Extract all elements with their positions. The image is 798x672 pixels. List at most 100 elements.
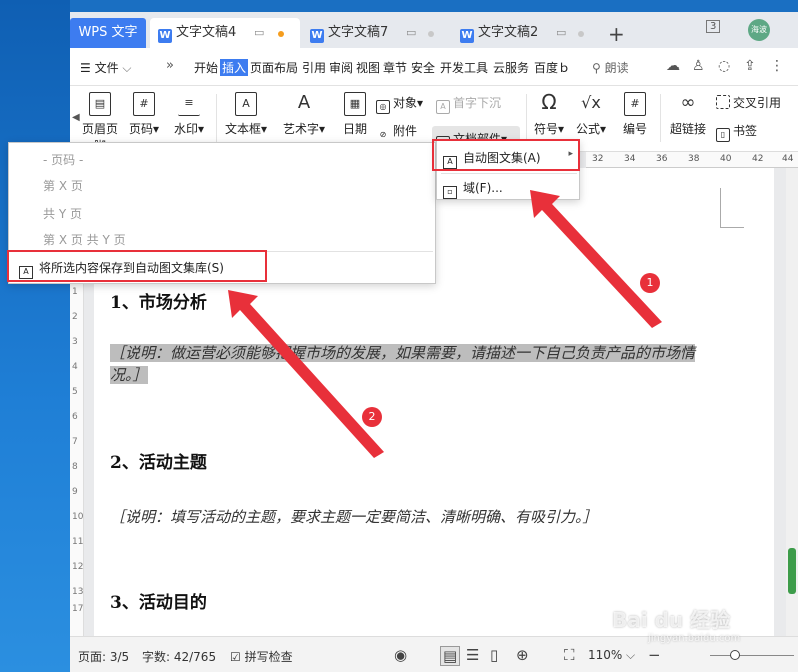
formula-button[interactable]: √x 公式▾ <box>574 92 608 137</box>
textbox-button[interactable]: A 文本框▾ <box>224 92 268 137</box>
page-view-icon[interactable]: ▤ <box>440 646 461 666</box>
checkbox-icon: ☑ <box>230 650 245 664</box>
button-label: 艺术字▾ <box>282 122 326 136</box>
fit-page-icon[interactable]: ⛶ <box>564 646 575 664</box>
tab-document-7[interactable]: W 文字文稿7 ▭ <box>302 18 450 48</box>
menu-security[interactable]: 安全 <box>411 59 435 76</box>
menu-item-page-x[interactable]: 第 X 页 <box>43 177 83 194</box>
watermark-icon: ≡ <box>178 92 200 116</box>
read-aloud-search[interactable]: ⚲ 朗读 <box>592 59 629 76</box>
unsaved-dot-icon <box>278 31 284 37</box>
note-paragraph[interactable]: ［说明：填写活动的主题，要求主题一定要简洁、清晰明确、有吸引力。］ <box>110 506 720 528</box>
monitor-icon: ▭ <box>254 26 265 39</box>
symbol-icon: Ω <box>541 90 557 114</box>
menu-home[interactable]: 开始 <box>194 59 218 76</box>
share-icon[interactable]: ⇪ <box>744 58 756 74</box>
attachment-button[interactable]: ⊘ 附件 <box>376 122 417 143</box>
symbol-button[interactable]: Ω 符号▾ <box>532 92 566 137</box>
menu-cloud[interactable]: 云服务 <box>493 59 529 76</box>
textbox-icon: A <box>235 92 257 116</box>
ruler-tick: 1 <box>72 287 78 297</box>
field-icon: ▫ <box>443 186 457 199</box>
new-tab-button[interactable]: + <box>608 22 625 46</box>
ruler-tick: 34 <box>624 154 636 164</box>
spellcheck-button[interactable]: ☑ 拼写检查 <box>230 648 293 665</box>
page-indicator[interactable]: 页面: 3/5 <box>78 648 129 665</box>
button-label: 水印▾ <box>173 122 205 136</box>
page-margin-corner <box>720 188 744 228</box>
comment-icon[interactable]: ◌ <box>718 58 730 74</box>
more-menus-button[interactable]: » <box>166 58 174 73</box>
user-add-icon[interactable]: ♙ <box>692 58 705 74</box>
menu-chapter[interactable]: 章节 <box>383 59 407 76</box>
highlight-box-save-autotext <box>7 250 267 282</box>
wps-app-tab[interactable]: WPS 文字 <box>70 18 146 48</box>
outline-view-icon[interactable]: ☰ <box>466 646 479 664</box>
ruler-tick: 5 <box>72 387 78 397</box>
ruler-tick: 8 <box>72 462 78 472</box>
ruler-tick: 36 <box>656 154 668 164</box>
zoom-slider-knob[interactable] <box>730 650 740 660</box>
menu-page-layout[interactable]: 页面布局 <box>250 59 298 76</box>
ruler-tick: 4 <box>72 362 78 372</box>
writer-doc-icon: W <box>158 29 172 43</box>
window-count-badge[interactable]: 3 <box>706 20 721 33</box>
reading-view-icon[interactable]: ▯ <box>490 646 498 664</box>
ribbon-scroll-left-icon[interactable]: ◀ <box>72 112 80 123</box>
button-label: 公式▾ <box>575 122 607 136</box>
ruler-tick: 7 <box>72 437 78 447</box>
cross-ref-button[interactable]: 交叉引用 <box>716 94 781 111</box>
date-icon: ▦ <box>344 92 366 116</box>
vertical-scrollbar[interactable] <box>786 168 798 636</box>
avatar[interactable]: 海波 <box>748 19 770 41</box>
watermark-button[interactable]: ≡ 水印▾ <box>170 92 208 137</box>
tab-document-4[interactable]: W 文字文稿4 ▭ <box>150 18 300 48</box>
monitor-icon: ▭ <box>406 26 417 39</box>
menu-item-page-dash[interactable]: - 页码 - <box>43 151 83 168</box>
section-heading[interactable]: 1、市场分析 <box>110 288 207 313</box>
tab-document-2[interactable]: W 文字文稿2 ▭ <box>452 18 602 48</box>
menu-baidu[interactable]: 百度ｂ <box>534 59 570 76</box>
object-button[interactable]: ◎ 对象▾ <box>376 94 423 114</box>
ruler-tick: 12 <box>72 562 84 572</box>
hamburger-icon: ☰ <box>80 61 95 75</box>
eye-protection-icon[interactable]: ◉ <box>394 646 407 664</box>
word-count[interactable]: 字数: 42/765 <box>142 648 216 665</box>
zoom-out-icon[interactable]: − <box>648 646 661 664</box>
date-button[interactable]: ▦ 日期 <box>338 92 372 137</box>
more-options-icon[interactable]: ⋮ <box>770 58 784 74</box>
web-view-icon[interactable]: ⊕ <box>516 646 529 664</box>
hyperlink-icon: ∞ <box>680 92 696 113</box>
ruler-tick: 3 <box>72 337 78 347</box>
menu-item-total-y[interactable]: 共 Y 页 <box>43 205 82 222</box>
menu-review[interactable]: 审阅 <box>329 59 353 76</box>
spellcheck-label: 拼写检查 <box>244 650 293 664</box>
menu-insert[interactable]: 插入 <box>220 59 249 76</box>
bookmark-button[interactable]: ▯ 书签 <box>716 122 757 142</box>
hyperlink-button[interactable]: ∞ 超链接 <box>666 92 710 137</box>
zoom-dropdown-icon[interactable]: ⌵ <box>626 648 635 663</box>
numbering-button[interactable]: # 编号 <box>618 92 652 137</box>
section-heading[interactable]: 3、活动目的 <box>110 588 207 613</box>
selected-note-paragraph[interactable]: ［说明：做运营必须能够把握市场的发展，如果需要，请描述一下自己负责产品的市场情况… <box>110 342 720 386</box>
menu-references[interactable]: 引用 <box>302 59 326 76</box>
menu-view[interactable]: 视图 <box>356 59 380 76</box>
zoom-slider[interactable] <box>710 650 794 660</box>
wordart-button[interactable]: A 艺术字▾ <box>282 92 326 137</box>
ruler-tick: 44 <box>782 154 794 164</box>
menu-item-page-x-of-y[interactable]: 第 X 页 共 Y 页 <box>43 231 126 248</box>
menu-developer[interactable]: 开发工具 <box>440 59 488 76</box>
button-label: 编号 <box>622 122 647 136</box>
zoom-level[interactable]: 110% <box>588 648 622 662</box>
scrollbar-thumb[interactable] <box>788 548 796 594</box>
section-heading[interactable]: 2、活动主题 <box>110 448 207 473</box>
page-number-button[interactable]: # 页码▾ <box>124 92 164 137</box>
cross-ref-icon <box>716 95 730 109</box>
cloud-sync-icon[interactable]: ☁ <box>666 58 680 74</box>
selected-text[interactable]: ［说明：做运营必须能够把握市场的发展，如果需要，请描述一下自己负责产品的市场情况… <box>110 344 696 384</box>
search-label: 朗读 <box>604 61 629 75</box>
field-menu-item[interactable]: ▫ 域(F)... <box>443 179 503 199</box>
file-menu-button[interactable]: ☰ 文件 ⌵ <box>80 59 132 76</box>
ribbon-separator <box>526 94 527 142</box>
dropcap-button[interactable]: A 首字下沉 <box>436 94 501 114</box>
